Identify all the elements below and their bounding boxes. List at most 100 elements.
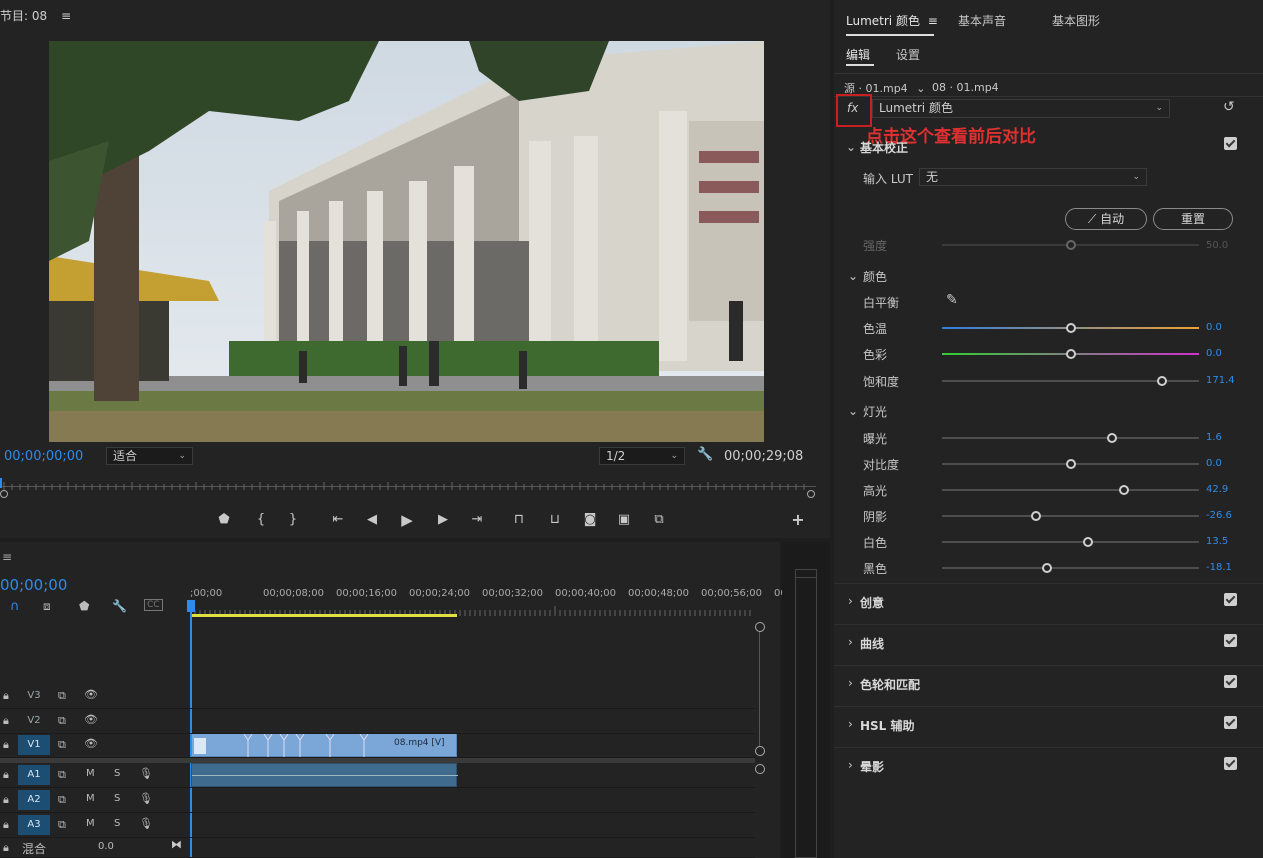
- vertical-scroll-handle[interactable]: [755, 622, 765, 632]
- snap-icon[interactable]: ∩: [10, 599, 20, 614]
- play-icon[interactable]: ▶: [397, 510, 417, 530]
- adjustment-slider[interactable]: [942, 563, 1199, 573]
- panel-menu-icon[interactable]: ≡: [928, 14, 938, 28]
- slider-value[interactable]: 171.4: [1206, 375, 1235, 386]
- slider-knob[interactable]: [1065, 349, 1076, 359]
- track-name[interactable]: V3: [18, 686, 50, 706]
- slider-value[interactable]: -26.6: [1206, 510, 1232, 521]
- timeline-timecode[interactable]: 00;00;00: [0, 576, 67, 594]
- mute-button[interactable]: M: [86, 793, 95, 804]
- chevron-right-icon[interactable]: ›: [848, 717, 853, 731]
- reset-button[interactable]: 重置: [1153, 208, 1233, 230]
- slider-knob[interactable]: [1106, 433, 1117, 443]
- color-section-label[interactable]: 颜色: [863, 268, 887, 285]
- lift-icon[interactable]: ⊓: [509, 510, 529, 530]
- scroll-end-handle[interactable]: [807, 490, 815, 498]
- adjustment-slider[interactable]: [942, 349, 1199, 359]
- section-title[interactable]: 曲线: [860, 635, 884, 652]
- sync-lock-icon[interactable]: ⧉: [58, 714, 66, 728]
- slider-value[interactable]: 0.0: [1206, 348, 1222, 359]
- time-ruler[interactable]: ;00;00 00;00;08;00 00;00;16;00 00;00;24;00 0…: [190, 588, 787, 616]
- wrench-icon[interactable]: 🔧: [697, 447, 713, 462]
- section-title[interactable]: 创意: [860, 594, 884, 611]
- light-section-label[interactable]: 灯光: [863, 403, 887, 420]
- track-name[interactable]: A3: [18, 815, 50, 835]
- slider-knob[interactable]: [1065, 459, 1076, 469]
- add-marker-icon[interactable]: ⬟: [79, 599, 89, 613]
- go-to-in-icon[interactable]: ⇤: [328, 510, 348, 530]
- tab-lumetri[interactable]: Lumetri 颜色 ≡: [846, 12, 938, 29]
- extract-icon[interactable]: ⊔: [545, 510, 565, 530]
- slider-knob[interactable]: [1157, 376, 1168, 386]
- mute-button[interactable]: M: [86, 818, 95, 829]
- eye-icon[interactable]: 👁︎: [84, 688, 98, 701]
- sync-lock-icon[interactable]: ⧉: [58, 818, 66, 832]
- tab-essential-graphics[interactable]: 基本图形: [1052, 12, 1100, 29]
- reset-effect-icon[interactable]: ↺: [1223, 99, 1235, 115]
- slider-value[interactable]: -18.1: [1206, 562, 1232, 573]
- slider-knob[interactable]: [1031, 511, 1042, 521]
- slider-value[interactable]: 13.5: [1206, 536, 1228, 547]
- lock-icon[interactable]: 🔒︎: [3, 689, 9, 703]
- section-title[interactable]: 色轮和匹配: [860, 676, 920, 693]
- audio-scroll-handle[interactable]: [755, 764, 765, 774]
- playhead-handle[interactable]: [187, 600, 195, 612]
- section-title[interactable]: 晕影: [860, 758, 884, 775]
- adjustment-slider[interactable]: [942, 323, 1199, 333]
- lock-icon[interactable]: 🔒︎: [3, 768, 9, 782]
- slider-knob[interactable]: [1065, 323, 1076, 333]
- sync-lock-icon[interactable]: ⧉: [58, 793, 66, 807]
- step-forward-icon[interactable]: ▶︎: [433, 510, 453, 530]
- adjustment-slider[interactable]: [942, 459, 1199, 469]
- step-back-icon[interactable]: ◀︎: [362, 510, 382, 530]
- lut-select[interactable]: 无 ⌄: [919, 168, 1147, 186]
- adjustment-slider[interactable]: [942, 537, 1199, 547]
- solo-button[interactable]: S: [114, 793, 120, 804]
- add-icon[interactable]: +: [788, 510, 808, 530]
- slider-knob[interactable]: [1119, 485, 1130, 495]
- solo-button[interactable]: S: [114, 818, 120, 829]
- section-enable-checkbox[interactable]: [1224, 675, 1237, 688]
- mute-button[interactable]: M: [86, 768, 95, 779]
- auto-button[interactable]: ⟋ 自动: [1065, 208, 1147, 230]
- chevron-right-icon[interactable]: ›: [848, 758, 853, 772]
- fx-toggle-button[interactable]: fx: [847, 101, 858, 115]
- sync-lock-icon[interactable]: ⧉: [58, 738, 66, 752]
- slider-value[interactable]: 1.6: [1206, 432, 1222, 443]
- monitor-scrubber[interactable]: [0, 478, 816, 498]
- adjustment-slider[interactable]: [942, 433, 1199, 443]
- section-basic-title[interactable]: 基本校正: [860, 139, 908, 156]
- tab-essential-sound[interactable]: 基本声音: [958, 12, 1006, 29]
- basic-enable-checkbox[interactable]: [1224, 137, 1237, 150]
- section-enable-checkbox[interactable]: [1224, 593, 1237, 606]
- track-name[interactable]: V2: [18, 711, 50, 731]
- resolution-select[interactable]: 1/2 ⌄: [599, 447, 685, 465]
- subtab-edit[interactable]: 编辑: [846, 46, 870, 63]
- chevron-right-icon[interactable]: ›: [848, 594, 853, 608]
- eye-icon[interactable]: 👁︎: [84, 737, 98, 750]
- track-name[interactable]: A2: [18, 790, 50, 810]
- work-area-bar[interactable]: [190, 614, 457, 617]
- slider-value[interactable]: 0.0: [1206, 322, 1222, 333]
- export-frame-icon[interactable]: ◙: [580, 510, 600, 530]
- linked-selection-icon[interactable]: ⧈: [43, 599, 51, 614]
- timeline-settings-icon[interactable]: 🔧: [112, 599, 127, 613]
- section-enable-checkbox[interactable]: [1224, 634, 1237, 647]
- adjustment-slider[interactable]: [942, 511, 1199, 521]
- microphone-icon[interactable]: 🎙︎: [139, 767, 153, 780]
- chevron-right-icon[interactable]: ›: [848, 635, 853, 649]
- panel-menu-icon[interactable]: ≡: [61, 9, 71, 23]
- mix-value[interactable]: 0.0: [98, 841, 114, 852]
- lock-icon[interactable]: 🔒︎: [3, 714, 9, 728]
- timeline-menu-icon[interactable]: ≡: [2, 550, 12, 564]
- scroll-start-handle[interactable]: [0, 490, 8, 498]
- captions-icon[interactable]: CC: [144, 599, 163, 611]
- go-to-out-icon[interactable]: ⇥: [467, 510, 487, 530]
- section-enable-checkbox[interactable]: [1224, 716, 1237, 729]
- effect-select[interactable]: Lumetri 颜色 ⌄: [872, 99, 1170, 118]
- mark-out-icon[interactable]: }: [283, 510, 303, 530]
- eye-icon[interactable]: 👁︎: [84, 713, 98, 726]
- subtab-settings[interactable]: 设置: [896, 46, 920, 63]
- slider-value[interactable]: 0.0: [1206, 458, 1222, 469]
- sync-lock-icon[interactable]: ⧉: [58, 768, 66, 782]
